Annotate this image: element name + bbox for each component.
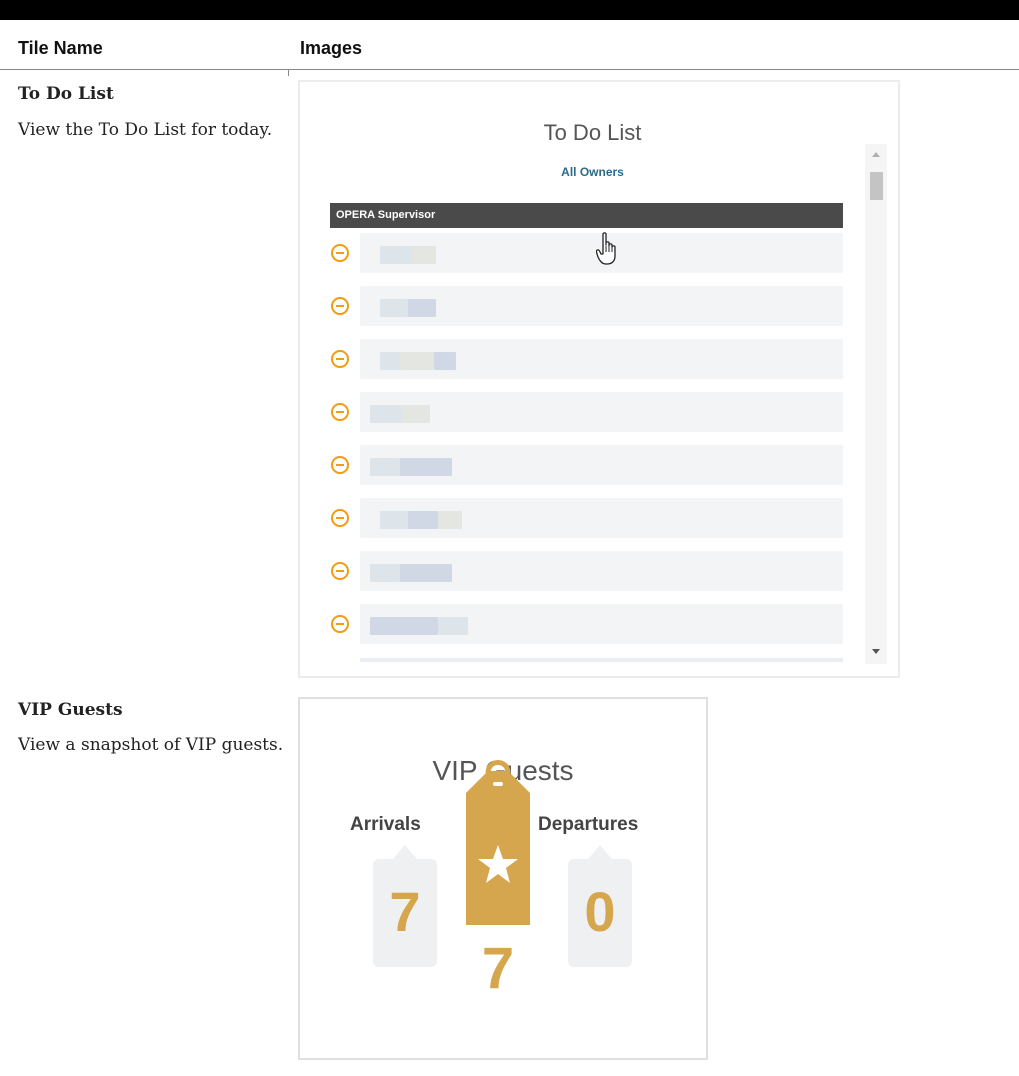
column-header-images: Images — [300, 38, 363, 58]
blurred-text — [380, 299, 408, 317]
scroll-down-arrow-icon[interactable] — [872, 649, 880, 654]
todo-tile-title: To Do List — [543, 120, 642, 145]
todo-item-partial — [360, 658, 843, 662]
todo-item-bar[interactable] — [360, 392, 843, 432]
minus-circle-icon[interactable] — [331, 350, 349, 368]
blurred-text — [412, 246, 436, 264]
blurred-text — [370, 458, 400, 476]
todo-item-bar[interactable] — [360, 286, 843, 326]
minus-circle-icon[interactable] — [331, 562, 349, 580]
todo-item-bar[interactable] — [360, 498, 843, 538]
arrivals-box[interactable]: 7 — [373, 845, 437, 967]
hand-cursor-icon — [596, 232, 616, 265]
scroll-thumb[interactable] — [870, 172, 883, 200]
vip-guests-tile[interactable]: VIP Guests Arrivals Departures 7 0 7 — [298, 697, 708, 1060]
todo-item-bar[interactable] — [360, 604, 843, 644]
minus-circle-icon[interactable] — [331, 456, 349, 474]
blurred-text — [370, 405, 402, 423]
arrivals-count: 7 — [389, 880, 421, 943]
minus-circle-icon[interactable] — [331, 615, 349, 633]
todo-item[interactable] — [330, 445, 843, 487]
vip-total-count: 7 — [481, 936, 515, 1001]
column-divider — [288, 70, 289, 76]
todo-item[interactable] — [330, 233, 843, 275]
blurred-text — [408, 511, 438, 529]
blurred-text — [402, 405, 430, 423]
minus-circle-icon[interactable] — [331, 403, 349, 421]
minus-circle-icon[interactable] — [331, 244, 349, 262]
blurred-text — [370, 617, 438, 635]
blurred-text — [380, 352, 400, 370]
minus-circle-icon[interactable] — [331, 297, 349, 315]
blurred-text — [370, 564, 400, 582]
departures-box[interactable]: 0 — [568, 845, 632, 967]
todo-item-bar[interactable] — [360, 339, 843, 379]
scrollbar[interactable] — [865, 144, 887, 664]
todo-item[interactable] — [330, 339, 843, 381]
blurred-text — [400, 564, 452, 582]
todo-item[interactable] — [330, 286, 843, 328]
column-header-tile-name: Tile Name — [18, 38, 103, 58]
tile-description-todo: View the To Do List for today. — [18, 120, 273, 140]
departures-label: Departures — [538, 814, 639, 835]
blurred-text — [400, 458, 452, 476]
header-divider — [0, 69, 1019, 70]
todo-item-bar[interactable] — [360, 551, 843, 591]
owner-filter-link[interactable]: All Owners — [300, 165, 885, 179]
tile-name-todo: To Do List — [18, 84, 114, 104]
blurred-text — [380, 511, 408, 529]
top-rule — [0, 0, 1019, 20]
group-header[interactable]: OPERA Supervisor — [330, 203, 843, 228]
todo-list-tile[interactable]: To Do List All Owners OPERA Supervisor — [298, 80, 900, 678]
vip-tag-star-icon — [466, 760, 530, 925]
blurred-text — [434, 352, 456, 370]
todo-item[interactable] — [330, 498, 843, 540]
scroll-up-arrow-icon[interactable] — [872, 152, 880, 157]
arrivals-label: Arrivals — [350, 814, 421, 835]
departures-count: 0 — [584, 880, 616, 943]
todo-item-bar[interactable] — [360, 445, 843, 485]
minus-circle-icon[interactable] — [331, 509, 349, 527]
blurred-text — [408, 299, 436, 317]
tile-name-vip: VIP Guests — [18, 700, 123, 720]
blurred-text — [380, 246, 412, 264]
todo-item[interactable] — [330, 604, 843, 646]
todo-item[interactable] — [330, 551, 843, 593]
tile-description-vip: View a snapshot of VIP guests. — [18, 735, 284, 755]
blurred-text — [438, 511, 462, 529]
blurred-text — [438, 617, 468, 635]
todo-item[interactable] — [330, 392, 843, 434]
blurred-text — [400, 352, 434, 370]
